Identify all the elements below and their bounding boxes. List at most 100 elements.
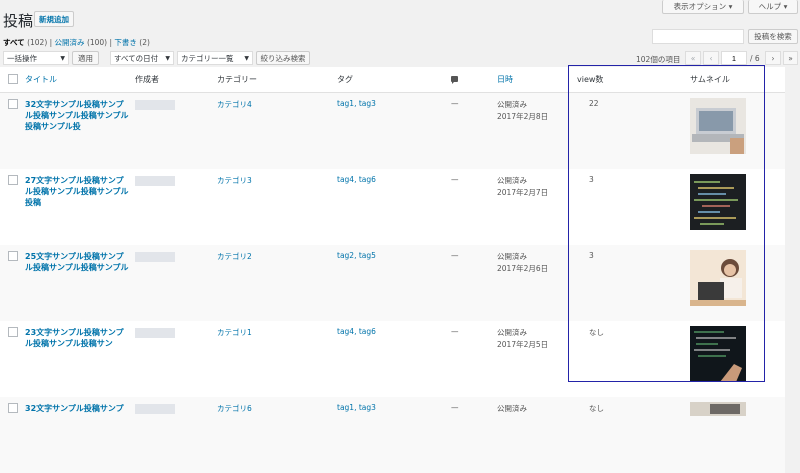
- tags-link[interactable]: tag2, tag5: [337, 251, 376, 260]
- post-title-link[interactable]: 27文字サンプル投稿サンプル投稿サンプル投稿サンプル投稿: [25, 169, 135, 208]
- view-count: 22: [589, 99, 599, 108]
- table-row: 25文字サンプル投稿サンプル投稿サンプル投稿サンプル カテゴリ2 tag2, t…: [0, 245, 785, 321]
- thumbnail-image: [690, 174, 746, 230]
- comment-count: —: [451, 175, 459, 184]
- chevron-down-icon: ▼: [244, 54, 249, 62]
- category-link[interactable]: カテゴリ3: [217, 176, 252, 185]
- help-button[interactable]: ヘルプ ▾: [748, 0, 798, 14]
- screen-options-label: 表示オプション: [673, 2, 727, 11]
- current-page-input[interactable]: [721, 51, 747, 65]
- post-title-link[interactable]: 32文字サンプル投稿サンプル投稿サンプル投稿サンプル投稿サンプル投: [25, 93, 135, 132]
- search-input[interactable]: [652, 29, 744, 44]
- comment-count: —: [451, 99, 459, 108]
- comment-count: —: [451, 403, 459, 412]
- next-page-button[interactable]: ›: [765, 51, 781, 65]
- comment-count: —: [451, 327, 459, 336]
- post-date: 2017年2月8日: [497, 112, 549, 121]
- table-row: 27文字サンプル投稿サンプル投稿サンプル投稿サンプル投稿 カテゴリ3 tag4,…: [0, 169, 785, 245]
- filter-published[interactable]: 公開済み: [55, 38, 85, 47]
- help-label: ヘルプ: [758, 2, 782, 11]
- column-thumbnail: サムネイル: [690, 75, 730, 84]
- chevron-down-icon: ▼: [165, 54, 170, 62]
- post-status: 公開済み: [497, 176, 527, 185]
- column-date[interactable]: 日時: [497, 75, 513, 84]
- author-name-blurred[interactable]: [135, 252, 175, 262]
- tags-link[interactable]: tag4, tag6: [337, 327, 376, 336]
- last-page-button[interactable]: »: [783, 51, 798, 65]
- view-count: 3: [589, 251, 594, 260]
- comment-bubble-icon[interactable]: [451, 76, 458, 84]
- thumbnail-image: [690, 326, 746, 382]
- tags-link[interactable]: tag4, tag6: [337, 175, 376, 184]
- filter-all[interactable]: すべて: [3, 38, 25, 47]
- column-title[interactable]: タイトル: [25, 75, 57, 84]
- search-posts-button[interactable]: 投稿を検索: [748, 29, 798, 44]
- row-checkbox[interactable]: [8, 99, 18, 109]
- post-date: 2017年2月5日: [497, 340, 549, 349]
- category-link[interactable]: カテゴリ1: [217, 328, 252, 337]
- thumbnail-image: [690, 250, 746, 306]
- row-checkbox[interactable]: [8, 403, 18, 413]
- tags-link[interactable]: tag1, tag3: [337, 99, 376, 108]
- prev-page-button[interactable]: ‹: [703, 51, 719, 65]
- status-filters: すべて (102) | 公開済み (100) | 下書き (2): [3, 38, 150, 47]
- add-new-button[interactable]: 新規追加: [34, 11, 74, 27]
- table-row: 23文字サンプル投稿サンプル投稿サンプル投稿サン カテゴリ1 tag4, tag…: [0, 321, 785, 397]
- post-status: 公開済み: [497, 328, 527, 337]
- items-count: 102個の項目: [636, 55, 681, 64]
- table-row: 32文字サンプル投稿サンプル投稿サンプル投稿サンプル投稿サンプル投 カテゴリ4 …: [0, 92, 785, 169]
- table-header-row: タイトル 作成者 カテゴリー タグ 日時 view数 サムネイル: [0, 67, 785, 93]
- row-checkbox[interactable]: [8, 175, 18, 185]
- post-status: 公開済み: [497, 100, 527, 109]
- category-link[interactable]: カテゴリ4: [217, 100, 252, 109]
- bulk-action-value: 一括操作: [7, 53, 37, 63]
- thumbnail-image: [690, 98, 746, 154]
- filter-all-count: (102): [27, 38, 48, 47]
- post-title-link[interactable]: 23文字サンプル投稿サンプル投稿サンプル投稿サン: [25, 321, 135, 349]
- post-status: 公開済み: [497, 404, 527, 413]
- category-filter-value: カテゴリー一覧: [181, 53, 234, 63]
- category-filter-select[interactable]: カテゴリー一覧 ▼: [177, 51, 253, 65]
- chevron-down-icon: ▾: [728, 2, 733, 11]
- column-views: view数: [577, 75, 604, 84]
- chevron-down-icon: ▼: [60, 54, 65, 62]
- filter-button[interactable]: 絞り込み検索: [256, 51, 310, 65]
- comment-count: —: [451, 251, 459, 260]
- filter-draft-count: (2): [139, 38, 150, 47]
- total-pages: / 6: [750, 54, 760, 63]
- view-count: なし: [589, 328, 604, 337]
- chevron-down-icon: ▾: [783, 2, 788, 11]
- post-title-link[interactable]: 32文字サンプル投稿サンプ: [25, 397, 135, 414]
- row-checkbox[interactable]: [8, 327, 18, 337]
- author-name-blurred[interactable]: [135, 100, 175, 110]
- category-link[interactable]: カテゴリ2: [217, 252, 252, 261]
- bulk-action-select[interactable]: 一括操作 ▼: [3, 51, 69, 65]
- page-title: 投稿: [3, 12, 34, 30]
- post-title-link[interactable]: 25文字サンプル投稿サンプル投稿サンプル投稿サンプル: [25, 245, 135, 273]
- column-author: 作成者: [135, 75, 159, 84]
- first-page-button[interactable]: «: [685, 51, 701, 65]
- table-row: 32文字サンプル投稿サンプ カテゴリ6 tag1, tag3 — 公開済み なし: [0, 397, 785, 473]
- apply-button[interactable]: 適用: [72, 51, 99, 65]
- author-name-blurred[interactable]: [135, 404, 175, 414]
- tags-link[interactable]: tag1, tag3: [337, 403, 376, 412]
- right-margin: [785, 67, 800, 383]
- column-categories: カテゴリー: [217, 75, 257, 84]
- filter-draft[interactable]: 下書き: [114, 38, 137, 47]
- category-link[interactable]: カテゴリ6: [217, 404, 252, 413]
- select-all-checkbox[interactable]: [8, 73, 18, 84]
- thumbnail-image: [690, 402, 746, 416]
- author-name-blurred[interactable]: [135, 328, 175, 338]
- post-date: 2017年2月7日: [497, 188, 549, 197]
- date-filter-select[interactable]: すべての日付 ▼: [110, 51, 174, 65]
- date-filter-value: すべての日付: [114, 53, 159, 63]
- filter-published-count: (100): [86, 38, 108, 47]
- view-count: なし: [589, 404, 604, 413]
- author-name-blurred[interactable]: [135, 176, 175, 186]
- post-status: 公開済み: [497, 252, 527, 261]
- post-date: 2017年2月6日: [497, 264, 549, 273]
- view-count: 3: [589, 175, 594, 184]
- column-tags: タグ: [337, 75, 353, 84]
- row-checkbox[interactable]: [8, 251, 18, 261]
- screen-options-button[interactable]: 表示オプション ▾: [662, 0, 744, 14]
